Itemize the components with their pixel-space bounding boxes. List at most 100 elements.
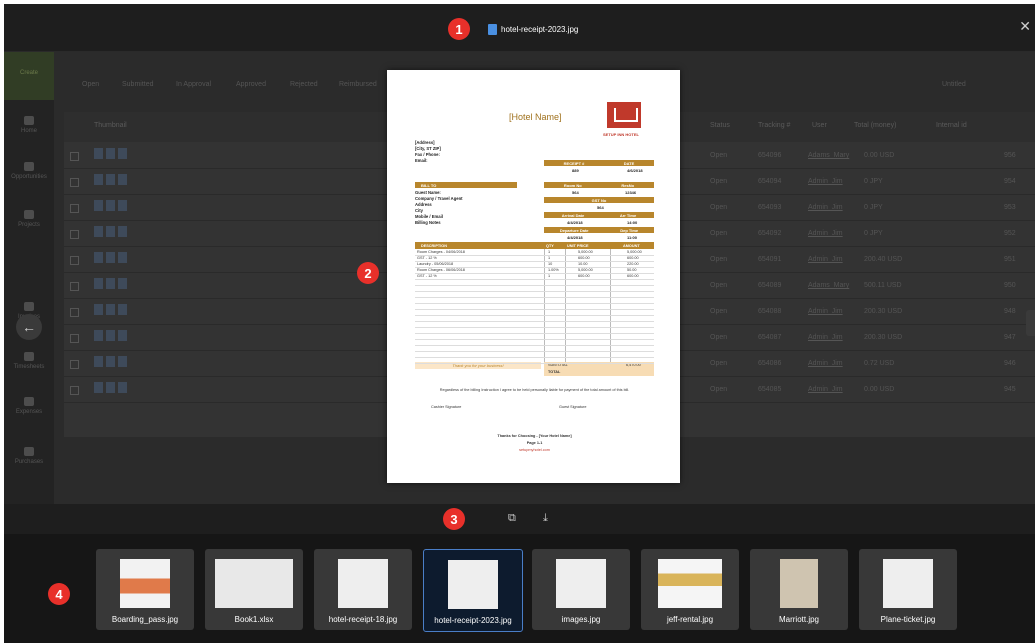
total-label: TOTAL bbox=[548, 370, 561, 374]
row-tracking: 654093 bbox=[758, 204, 782, 211]
row-user: Adams_Mary bbox=[808, 282, 850, 289]
item-qty: 1 bbox=[548, 274, 551, 278]
room-no-label: Room No bbox=[563, 182, 582, 188]
gst-label: GST No bbox=[591, 197, 607, 203]
arrival-label: Arrival Date bbox=[561, 212, 585, 218]
thumbnail-icon bbox=[106, 356, 115, 367]
attachment-card[interactable]: hotel-receipt-18.jpg bbox=[314, 549, 412, 630]
row-status: Open bbox=[710, 152, 728, 159]
row-total: 200.30 USD bbox=[864, 334, 903, 341]
row-user: Admin_Jim bbox=[808, 386, 843, 393]
spreadsheet-icon bbox=[215, 559, 293, 608]
sidebar-item-purchases: Purchases bbox=[4, 447, 54, 465]
thumbnail-icon bbox=[118, 304, 127, 315]
viewer-file-title: hotel-receipt-2023.jpg bbox=[488, 22, 578, 36]
thumbnail-icon bbox=[106, 148, 115, 159]
row-tracking: 654087 bbox=[758, 334, 782, 341]
sidebar-label: Expenses bbox=[15, 409, 43, 415]
next-arrow-icon[interactable] bbox=[1026, 310, 1035, 336]
row-tracking: 654094 bbox=[758, 178, 782, 185]
row-thumbnails bbox=[94, 304, 127, 315]
projects-icon bbox=[24, 210, 34, 219]
items-table-header: DESCRIPTION QTY UNIT PRICE AMOUNT bbox=[415, 242, 654, 249]
document-thumbnail bbox=[556, 559, 606, 608]
arrival-time: 14:00 bbox=[627, 220, 638, 225]
expenses-icon bbox=[24, 397, 34, 406]
item-unit-price: 600.00 bbox=[578, 256, 590, 260]
attachment-card[interactable]: images.jpg bbox=[532, 549, 630, 630]
row-internal-id: 954 bbox=[1004, 178, 1016, 185]
item-qty: 1 bbox=[548, 250, 551, 254]
row-total: 0.72 USD bbox=[864, 360, 895, 367]
row-checkbox bbox=[70, 178, 79, 187]
departure-time: 11:00 bbox=[627, 235, 638, 240]
rental-thumbnail bbox=[658, 559, 722, 608]
item-amount: 220.00 bbox=[627, 262, 639, 266]
attachment-name: Plane-ticket.jpg bbox=[880, 615, 936, 624]
item-description: GST - 12 % bbox=[417, 256, 437, 260]
attachment-card[interactable]: Marriott.jpg bbox=[750, 549, 848, 630]
item-unit-price: 600.00 bbox=[578, 274, 590, 278]
item-description: GST - 12 % bbox=[417, 274, 437, 278]
close-icon[interactable]: ✕ bbox=[1019, 19, 1031, 33]
thumbnail-icon bbox=[118, 226, 127, 237]
row-thumbnails bbox=[94, 174, 127, 185]
header-description: DESCRIPTION bbox=[421, 243, 447, 248]
attachment-card[interactable]: Plane-ticket.jpg bbox=[859, 549, 957, 630]
sidebar-label: Timesheets bbox=[13, 364, 45, 370]
open-in-new-window-icon[interactable]: ⧉ bbox=[508, 512, 516, 525]
row-status: Open bbox=[710, 360, 728, 367]
row-checkbox bbox=[70, 360, 79, 369]
thumbnail-icon bbox=[106, 252, 115, 263]
row-total: 200.40 USD bbox=[864, 256, 903, 263]
app-sidebar: Create Home Opportunities Projects Invoi… bbox=[4, 52, 54, 504]
callout-2: 2 bbox=[357, 262, 379, 284]
sidebar-item-expenses: Expenses bbox=[4, 397, 54, 415]
view-name: Untitled bbox=[942, 81, 966, 88]
thumbnail-icon bbox=[106, 200, 115, 211]
row-total: 200.30 USD bbox=[864, 308, 903, 315]
row-internal-id: 947 bbox=[1004, 334, 1016, 341]
row-thumbnails bbox=[94, 200, 127, 211]
previous-arrow-icon[interactable]: ← bbox=[16, 314, 42, 340]
thumbnail-icon bbox=[94, 200, 103, 211]
thumbnail-icon bbox=[94, 226, 103, 237]
item-unit-price: 5,000.00 bbox=[578, 250, 593, 254]
attachment-card[interactable]: Book1.xlsx bbox=[205, 549, 303, 630]
disclaimer: Regardless of the billing Instruction I … bbox=[439, 388, 630, 392]
timesheets-icon bbox=[24, 352, 34, 361]
row-checkbox bbox=[70, 334, 79, 343]
attachment-card[interactable]: hotel-receipt-2023.jpg bbox=[423, 549, 523, 632]
thumbnail-icon bbox=[94, 148, 103, 159]
item-description: Room Charges - 06/06/2018 bbox=[417, 268, 465, 272]
hotel-logo-icon bbox=[607, 102, 641, 128]
sidebar-label: Opportunities bbox=[11, 174, 47, 180]
attachment-card[interactable]: Boarding_pass.jpg bbox=[96, 549, 194, 630]
thumbnail-icon bbox=[106, 278, 115, 289]
item-amount: 50.00 bbox=[627, 268, 637, 272]
item-qty: 1 bbox=[548, 256, 551, 260]
departure-header: Departure Date Dep Time bbox=[544, 227, 654, 233]
download-icon[interactable]: ⤓ bbox=[543, 512, 548, 525]
row-checkbox bbox=[70, 386, 79, 395]
arr-time-label: Arr Time bbox=[619, 212, 637, 218]
thumbnail-icon bbox=[118, 278, 127, 289]
item-description: Room Charges - 04/06/2018 bbox=[417, 250, 465, 254]
thumbnail-icon bbox=[106, 174, 115, 185]
row-internal-id: 953 bbox=[1004, 204, 1016, 211]
filter-submitted: Submitted bbox=[122, 81, 154, 88]
sidebar-label: Purchases bbox=[14, 459, 44, 465]
thumbnail-icon bbox=[106, 226, 115, 237]
row-user: Admin_Jim bbox=[808, 230, 843, 237]
item-description: Laundry - 05/06/2018 bbox=[417, 262, 454, 266]
thumbnail-icon bbox=[118, 356, 127, 367]
row-user: Admin_Jim bbox=[808, 256, 843, 263]
arrival-header: Arrival Date Arr Time bbox=[544, 212, 654, 218]
thumbnail-icon bbox=[118, 330, 127, 341]
attachment-viewer: hotel-receipt-2023.jpg ✕ 1 Create Home O… bbox=[4, 4, 1035, 643]
cashier-signature: Cashier Signature bbox=[431, 405, 462, 409]
attachment-card[interactable]: jeff-rental.jpg bbox=[641, 549, 739, 630]
row-checkbox bbox=[70, 282, 79, 291]
column-internal-id: Internal id bbox=[936, 122, 967, 129]
row-tracking: 654091 bbox=[758, 256, 782, 263]
